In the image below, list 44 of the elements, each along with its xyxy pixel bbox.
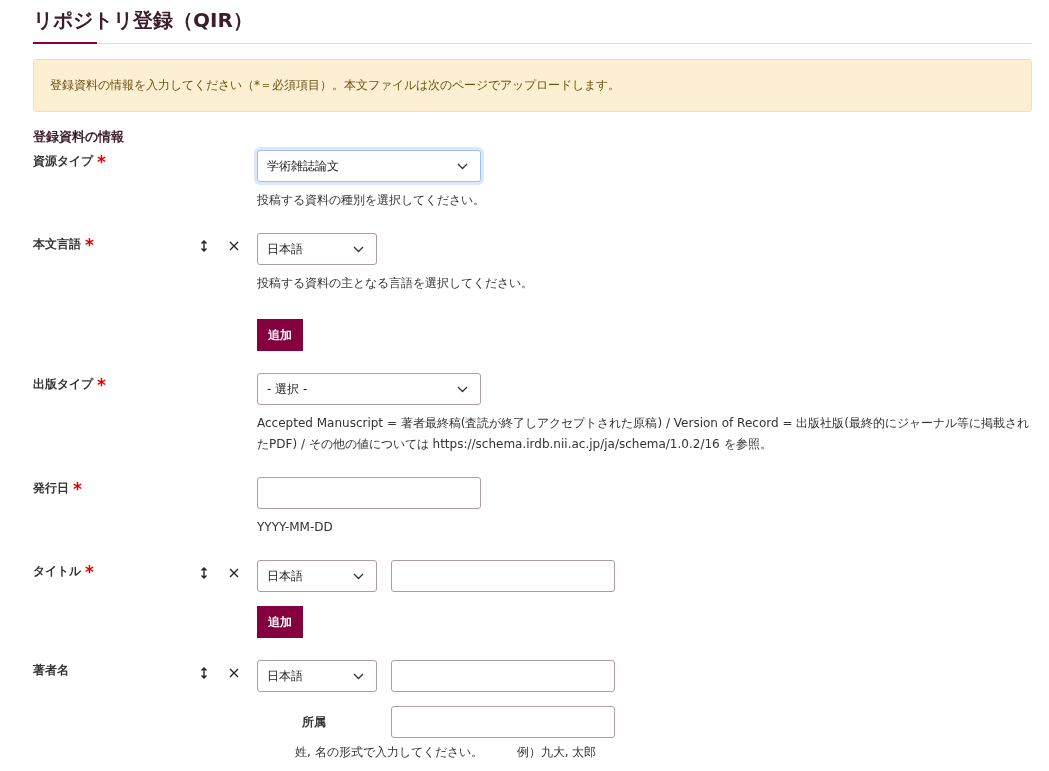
field-label: 資源タイプ <box>33 154 93 168</box>
close-icon[interactable] <box>229 667 239 679</box>
affiliation-input-field[interactable] <box>391 706 615 738</box>
chevron-down-icon <box>353 245 364 253</box>
help-text: YYYY-MM-DD <box>257 519 333 536</box>
required-mark: * <box>97 375 106 395</box>
help-text: 投稿する資料の主となる言語を選択してください。 <box>257 275 533 292</box>
required-mark: * <box>73 479 82 499</box>
add-button[interactable]: 追加 <box>257 606 303 638</box>
page-title: リポジトリ登録（QIR） <box>33 7 254 34</box>
dropdown[interactable]: 日本語 <box>257 660 377 692</box>
help-text: 姓, 名の形式で入力してください。 <box>295 744 483 761</box>
field-label: 本文言語 <box>33 237 81 251</box>
required-mark: * <box>85 562 94 582</box>
field-label: 発行日 <box>33 481 69 495</box>
help-text: Accepted Manuscript = 著者最終稿(査読が終了しアクセプトされた原稿) / Version of Record = 出版社版(最終的にジャーナル等に掲載されたPDF) / その他の値については https://schema.irdb.nii.ac.jp/ja/schema/1.0.2/16 を参照。 <box>257 415 1030 453</box>
close-icon[interactable] <box>229 240 239 252</box>
help-text: 投稿する資料の種別を選択してください。 <box>257 192 485 209</box>
chevron-down-icon <box>353 572 364 580</box>
title-underline <box>33 42 97 44</box>
field-label: 所属 <box>301 714 327 731</box>
section-title: 登録資料の情報 <box>33 128 125 146</box>
sort-icon[interactable] <box>199 240 209 252</box>
required-mark: * <box>97 152 106 172</box>
chevron-down-icon <box>457 162 468 170</box>
text-input-field[interactable] <box>391 560 615 592</box>
dropdown[interactable]: 日本語 <box>257 560 377 592</box>
sort-icon[interactable] <box>199 667 209 679</box>
field-label: 著者名 <box>33 663 69 677</box>
dropdown[interactable]: - 選択 - <box>257 373 481 405</box>
field-label: 出版タイプ <box>33 377 93 391</box>
sort-icon[interactable] <box>199 567 209 579</box>
dropdown[interactable]: 学術雑誌論文 <box>257 150 481 182</box>
dropdown[interactable]: 日本語 <box>257 233 377 265</box>
field-label: タイトル <box>33 564 81 578</box>
text-input-field[interactable] <box>391 660 615 692</box>
chevron-down-icon <box>457 385 468 393</box>
notice-message: 登録資料の情報を入力してください（*＝必須項目）。本文ファイルは次のページでアップロードします。 <box>33 59 1032 112</box>
example-text: 例）九大, 太郎 <box>516 744 597 761</box>
required-mark: * <box>85 235 94 255</box>
close-icon[interactable] <box>229 567 239 579</box>
date-input-field[interactable] <box>257 477 481 509</box>
add-button[interactable]: 追加 <box>257 319 303 351</box>
chevron-down-icon <box>353 672 364 680</box>
